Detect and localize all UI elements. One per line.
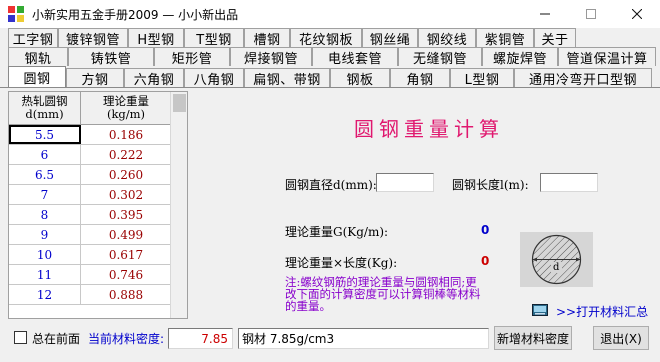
table-row[interactable]: 5.5 0.186 xyxy=(9,125,171,145)
weight-per-m-label: 理论重量G(Kg/m): xyxy=(285,225,389,239)
table-row[interactable]: 6.5 0.260 xyxy=(9,165,171,185)
app-icon xyxy=(8,6,24,22)
tab-strand[interactable]: 钢绞线 xyxy=(418,28,476,48)
close-button[interactable] xyxy=(614,0,660,28)
table-row[interactable]: 12 0.888 xyxy=(9,285,171,305)
tab-seamless-pipe[interactable]: 无缝钢管 xyxy=(398,47,482,67)
cell-weight[interactable]: 0.186 xyxy=(81,125,171,144)
cell-weight[interactable]: 0.395 xyxy=(81,205,171,224)
keyboard-icon[interactable] xyxy=(532,304,548,319)
cell-weight[interactable]: 0.888 xyxy=(81,285,171,304)
total-weight-label: 理论重量×长度(Kg): xyxy=(285,256,398,270)
table-row[interactable]: 7 0.302 xyxy=(9,185,171,205)
scrollbar-thumb[interactable] xyxy=(173,94,186,112)
tab-steel-plate[interactable]: 钢板 xyxy=(330,68,390,88)
cell-diameter[interactable]: 6 xyxy=(9,145,81,164)
diameter-input[interactable] xyxy=(376,173,434,192)
open-summary-text[interactable]: >>打开材料汇总 xyxy=(556,303,648,320)
cell-weight[interactable]: 0.302 xyxy=(81,185,171,204)
title-bar: 小新实用五金手册2009 — 小小新出品 xyxy=(0,0,660,28)
tab-round-bar[interactable]: 圆钢 xyxy=(8,66,66,87)
table-header: 热轧圆钢 d(mm) 理论重量 (kg/m) xyxy=(9,92,171,125)
tab-row-3: 圆钢 方钢 六角钢 八角钢 扁钢、带钢 钢板 角钢 L型钢 通用冷弯开口型钢 xyxy=(8,66,652,88)
length-input[interactable] xyxy=(540,173,598,192)
minimize-button[interactable] xyxy=(522,0,568,28)
cell-diameter[interactable]: 9 xyxy=(9,225,81,244)
tab-flat-bar[interactable]: 扁钢、带钢 xyxy=(244,68,330,88)
add-density-button[interactable]: 新增材料密度 xyxy=(494,326,572,350)
cell-weight[interactable]: 0.746 xyxy=(81,265,171,284)
tab-hex-bar[interactable]: 六角钢 xyxy=(124,68,184,88)
maximize-button[interactable] xyxy=(568,0,614,28)
tab-cast-iron-pipe[interactable]: 铸铁管 xyxy=(68,47,154,67)
round-bar-diagram: d xyxy=(520,232,593,287)
tab-checker-plate[interactable]: 花纹钢板 xyxy=(290,28,362,48)
table-row[interactable]: 11 0.746 xyxy=(9,265,171,285)
tab-row-1: 工字钢 镀锌钢管 H型钢 T型钢 槽钢 花纹钢板 钢丝绳 钢绞线 紫铜管 关于 xyxy=(8,28,576,48)
round-bar-table: 热轧圆钢 d(mm) 理论重量 (kg/m) 5.5 0.186 6 0.222 6… xyxy=(8,91,188,319)
tab-spiral-pipe[interactable]: 螺旋焊管 xyxy=(482,47,558,67)
cell-weight[interactable]: 0.499 xyxy=(81,225,171,244)
table-row[interactable]: 6 0.222 xyxy=(9,145,171,165)
density-input[interactable]: 7.85 xyxy=(168,328,233,349)
tab-t-beam[interactable]: T型钢 xyxy=(184,28,244,48)
header-weight: 理论重量 (kg/m) xyxy=(81,92,171,124)
tab-channel[interactable]: 槽钢 xyxy=(244,28,290,48)
cell-diameter[interactable]: 10 xyxy=(9,245,81,264)
density-label: 当前材料密度: xyxy=(88,332,165,346)
tab-rect-tube[interactable]: 矩形管 xyxy=(154,47,230,67)
tab-about[interactable]: 关于 xyxy=(534,28,576,48)
tab-strip: 工字钢 镀锌钢管 H型钢 T型钢 槽钢 花纹钢板 钢丝绳 钢绞线 紫铜管 关于 … xyxy=(0,28,660,88)
tab-row-2: 钢轨 铸铁管 矩形管 焊接钢管 电线套管 无缝钢管 螺旋焊管 管道保温计算 xyxy=(8,47,656,67)
tab-angle[interactable]: 角钢 xyxy=(390,68,450,88)
table-row[interactable]: 9 0.499 xyxy=(9,225,171,245)
open-summary-link[interactable]: >>打开材料汇总 xyxy=(532,303,648,320)
cell-diameter[interactable]: 5.5 xyxy=(9,125,81,144)
length-label: 圆钢长度l(m): xyxy=(452,178,529,192)
diagram-d-label: d xyxy=(553,262,560,273)
tab-cold-formed[interactable]: 通用冷弯开口型钢 xyxy=(514,68,652,88)
tab-oct-bar[interactable]: 八角钢 xyxy=(184,68,244,88)
weight-per-m-value: 0 xyxy=(481,223,490,237)
exit-button[interactable]: 退出(X) xyxy=(593,326,649,350)
tab-square-bar[interactable]: 方钢 xyxy=(66,68,124,88)
cell-diameter[interactable]: 11 xyxy=(9,265,81,284)
header-weight-line2: (kg/m) xyxy=(106,107,146,121)
tab-rail[interactable]: 钢轨 xyxy=(8,47,68,67)
cell-diameter[interactable]: 7 xyxy=(9,185,81,204)
tab-conduit[interactable]: 电线套管 xyxy=(312,47,398,67)
table-body: 5.5 0.186 6 0.222 6.5 0.260 7 0.302 8 0.395 9… xyxy=(9,125,171,305)
note-text: 注:螺纹钢筋的理论重量与圆钢相同;更改下面的计算密度可以计算铜棒等材料的重量。 xyxy=(285,275,481,313)
cell-weight[interactable]: 0.260 xyxy=(81,165,171,184)
header-diameter: 热轧圆钢 d(mm) xyxy=(9,92,81,124)
tab-wire-rope[interactable]: 钢丝绳 xyxy=(362,28,418,48)
tab-welded-pipe[interactable]: 焊接钢管 xyxy=(230,47,312,67)
tab-copper-pipe[interactable]: 紫铜管 xyxy=(476,28,534,48)
always-on-top-label[interactable]: 总在前面 xyxy=(32,330,80,347)
bottom-bar: 总在前面 当前材料密度: 7.85 钢材 7.85g/cm3 新增材料密度 退出… xyxy=(0,319,660,362)
calc-title: 圆钢重量计算 xyxy=(354,117,504,141)
cell-weight[interactable]: 0.222 xyxy=(81,145,171,164)
cell-diameter[interactable]: 8 xyxy=(9,205,81,224)
table-scrollbar[interactable] xyxy=(170,92,187,318)
tab-galvanized-pipe[interactable]: 镀锌钢管 xyxy=(58,28,128,48)
tab-i-beam[interactable]: 工字钢 xyxy=(8,28,58,48)
diameter-label: 圆钢直径d(mm): xyxy=(285,178,377,192)
tab-l-section[interactable]: L型钢 xyxy=(450,68,514,88)
total-weight-value: 0 xyxy=(481,254,490,268)
cell-diameter[interactable]: 6.5 xyxy=(9,165,81,184)
header-diameter-line2: d(mm) xyxy=(25,107,64,121)
cell-diameter[interactable]: 12 xyxy=(9,285,81,304)
table-row[interactable]: 10 0.617 xyxy=(9,245,171,265)
table-row[interactable]: 8 0.395 xyxy=(9,205,171,225)
material-select[interactable]: 钢材 7.85g/cm3 xyxy=(238,328,489,349)
tab-h-beam[interactable]: H型钢 xyxy=(128,28,184,48)
window-title: 小新实用五金手册2009 — 小小新出品 xyxy=(32,7,239,22)
tab-insulation-calc[interactable]: 管道保温计算 xyxy=(558,47,656,67)
always-on-top-checkbox[interactable] xyxy=(14,331,27,344)
cell-weight[interactable]: 0.617 xyxy=(81,245,171,264)
